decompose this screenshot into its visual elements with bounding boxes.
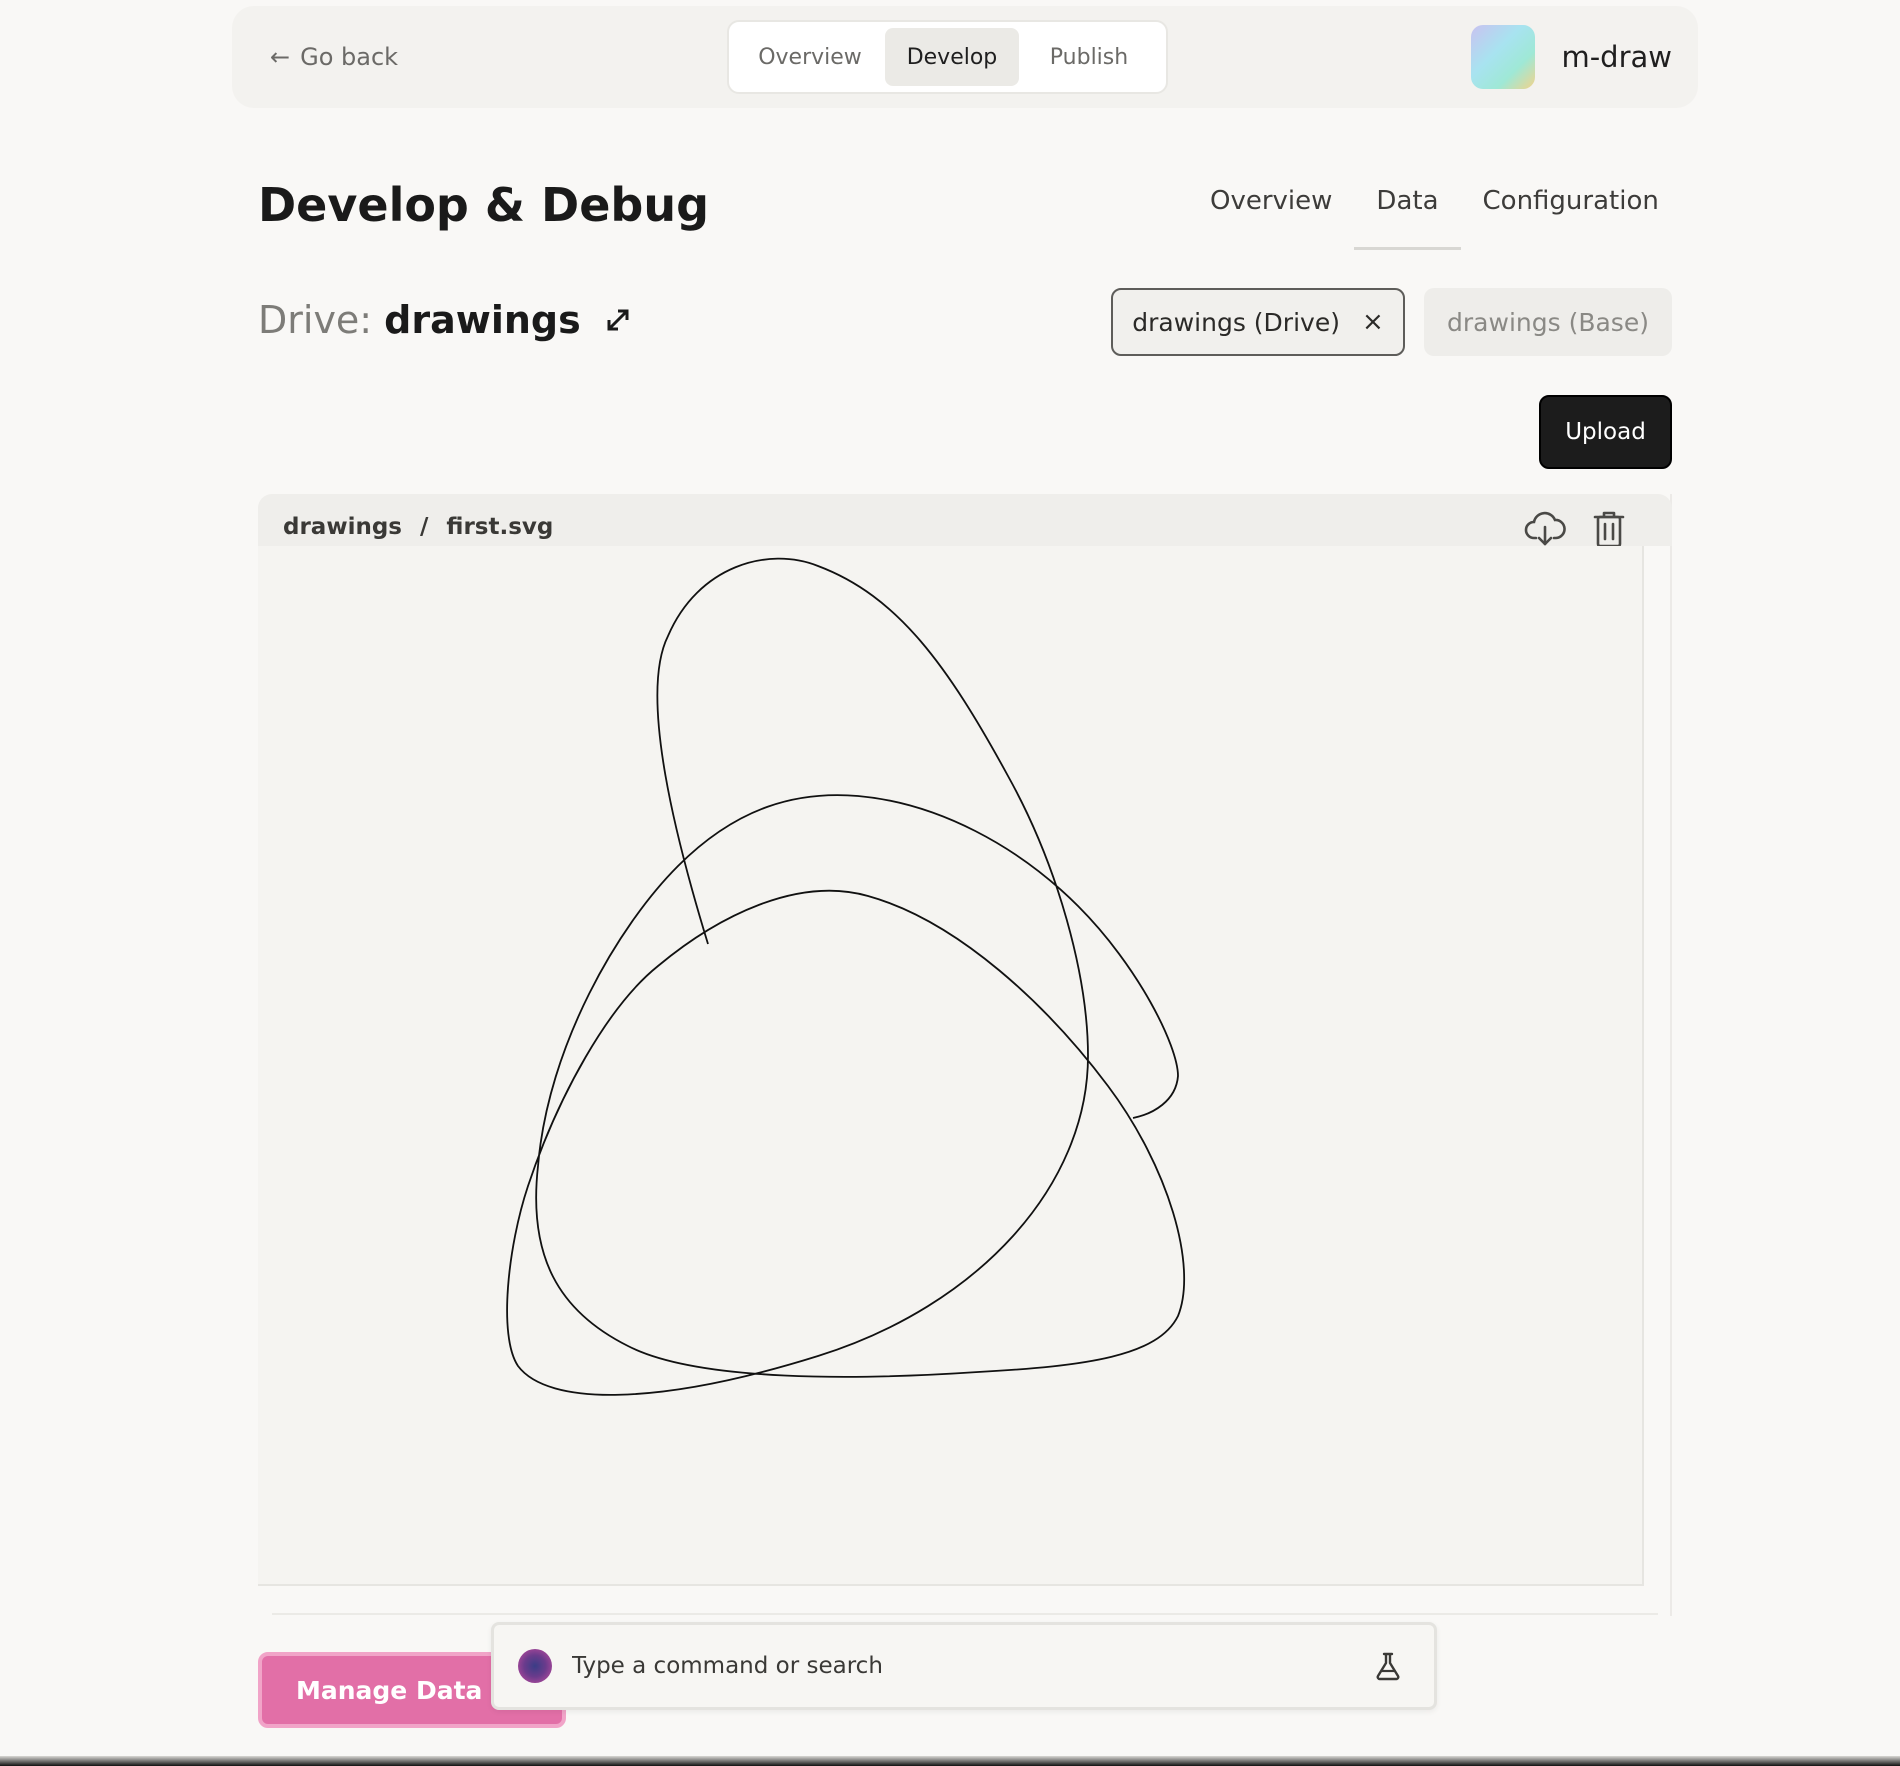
subtab-overview[interactable]: Overview bbox=[1188, 172, 1354, 250]
page-title: Develop & Debug bbox=[258, 178, 709, 232]
top-navigation-bar: ← Go back Overview Develop Publish m-dra… bbox=[232, 6, 1698, 108]
app-name: m-draw bbox=[1561, 40, 1672, 74]
base-chip[interactable]: drawings (Base) bbox=[1424, 288, 1672, 356]
upload-button[interactable]: Upload bbox=[1539, 395, 1672, 469]
go-back-link[interactable]: ← Go back bbox=[270, 6, 398, 108]
drive-chip-active[interactable]: drawings (Drive) × bbox=[1111, 288, 1405, 356]
tab-develop[interactable]: Develop bbox=[885, 28, 1019, 86]
drive-chip-label: drawings (Drive) bbox=[1132, 307, 1340, 337]
tab-publish[interactable]: Publish bbox=[1019, 28, 1159, 86]
section-switcher: Overview Develop Publish bbox=[727, 20, 1168, 94]
cloud-download-icon[interactable] bbox=[1524, 508, 1566, 550]
flask-icon[interactable] bbox=[1372, 1650, 1404, 1682]
command-search-input[interactable] bbox=[572, 1636, 1372, 1696]
app-avatar bbox=[1471, 25, 1536, 89]
tab-overview[interactable]: Overview bbox=[735, 28, 885, 86]
assistant-orb-icon bbox=[518, 1649, 552, 1683]
app-identity[interactable]: m-draw bbox=[1471, 6, 1672, 108]
arrow-left-icon: ← bbox=[270, 43, 291, 71]
close-icon[interactable]: × bbox=[1362, 307, 1384, 337]
drive-heading: Drive: drawings bbox=[258, 298, 633, 342]
go-back-label: Go back bbox=[300, 43, 399, 71]
breadcrumb-file: first.svg bbox=[446, 514, 554, 540]
window-bottom-edge bbox=[0, 1756, 1900, 1766]
trash-icon[interactable] bbox=[1588, 508, 1630, 550]
subtab-data[interactable]: Data bbox=[1354, 172, 1461, 250]
drive-prefix: Drive: bbox=[258, 298, 373, 342]
subtab-configuration[interactable]: Configuration bbox=[1461, 172, 1681, 250]
subtab-bar: Overview Data Configuration bbox=[1188, 172, 1681, 252]
drawing-image bbox=[506, 557, 1185, 1396]
svg-preview bbox=[258, 546, 1644, 1586]
breadcrumb: drawings / first.svg bbox=[283, 514, 553, 540]
file-actions bbox=[1524, 508, 1630, 550]
file-viewer: drawings / first.svg bbox=[258, 494, 1672, 1616]
expand-icon[interactable] bbox=[603, 305, 633, 335]
breadcrumb-folder[interactable]: drawings bbox=[283, 514, 402, 540]
command-bar bbox=[491, 1622, 1437, 1710]
file-header: drawings / first.svg bbox=[258, 494, 1672, 548]
drive-name: drawings bbox=[384, 298, 581, 342]
breadcrumb-separator: / bbox=[420, 514, 429, 540]
divider bbox=[272, 1613, 1658, 1615]
